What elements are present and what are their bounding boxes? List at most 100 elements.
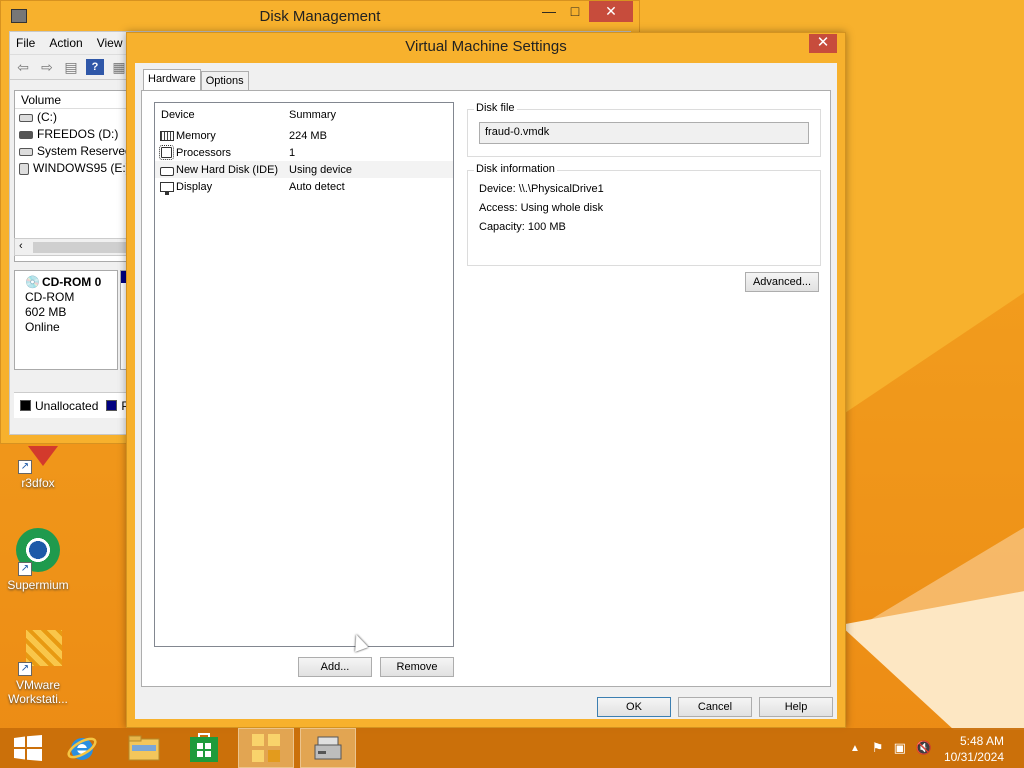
hard-disk-icon	[160, 166, 174, 176]
menu-view[interactable]: View	[97, 36, 123, 50]
disk-type: CD-ROM	[25, 290, 75, 304]
store-icon	[190, 733, 218, 762]
vm-settings-dialog[interactable]: Virtual Machine Settings ✕ Hardware Opti…	[126, 32, 846, 728]
drive-icon	[19, 113, 33, 122]
internet-explorer-icon	[67, 737, 97, 760]
desktop-icon-r3dfox[interactable]: ↗ r3dfox	[2, 446, 74, 490]
scroll-left-icon[interactable]: ‹	[19, 240, 23, 252]
disk-info-panel: 💿 CD-ROM 0 CD-ROM 602 MB Online	[14, 270, 118, 370]
disk-information-group: Disk information Device: \\.\PhysicalDri…	[467, 163, 821, 266]
disk-management-icon	[314, 736, 342, 760]
device-name: Display	[176, 180, 213, 193]
device-column-header[interactable]: Device	[155, 109, 289, 121]
device-summary: 1	[289, 146, 296, 159]
menu-file[interactable]: File	[16, 36, 35, 50]
desktop-icon-supermium[interactable]: ↗ Supermium	[2, 528, 74, 592]
volume-label: System Reserved	[37, 144, 132, 158]
system-tray: ▲ ⚑ ▣ 🔇	[850, 728, 932, 768]
drive-icon	[19, 147, 33, 156]
wallpaper-shape	[840, 590, 1024, 730]
volume-label: (C:)	[37, 110, 57, 124]
taskbar-internet-explorer[interactable]	[54, 728, 110, 768]
volume-row[interactable]: WINDOWS95 (E:)	[15, 160, 133, 177]
primary-swatch	[106, 400, 118, 411]
menu-action[interactable]: Action	[49, 36, 82, 50]
vmware-icon: ↗	[14, 628, 62, 676]
taskbar-file-explorer[interactable]	[116, 728, 172, 768]
volume-row[interactable]: FREEDOS (D:)	[15, 126, 133, 143]
network-icon[interactable]: ▣	[894, 740, 906, 756]
horizontal-scrollbar[interactable]: ‹	[14, 238, 134, 256]
volume-list[interactable]: Volume (C:) FREEDOS (D:) System Reserved…	[14, 90, 134, 262]
back-arrow-icon[interactable]: ⇦	[14, 59, 32, 75]
disk-file-group: Disk file fraud-0.vmdk	[467, 102, 821, 157]
desktop-icon-label: Supermium	[7, 578, 69, 592]
device-list[interactable]: Device Summary Memory 224 MB Processors …	[154, 102, 454, 647]
volume-row[interactable]: System Reserved	[15, 143, 133, 160]
drive-icon	[19, 130, 33, 139]
show-hidden-icons-icon[interactable]: ▲	[850, 743, 860, 754]
close-button[interactable]: ✕	[589, 1, 633, 22]
action-center-flag-icon[interactable]: ⚑	[872, 740, 884, 756]
desktop-icon-vmware[interactable]: ↗ VMware Workstati...	[2, 628, 74, 706]
supermium-icon: ↗	[14, 528, 62, 576]
disk-name: 💿 CD-ROM 0	[25, 275, 102, 289]
help-icon[interactable]: ?	[86, 59, 104, 75]
start-button[interactable]	[0, 728, 56, 768]
desktop-icon-label: r3dfox	[21, 476, 55, 490]
add-button[interactable]: Add...	[298, 657, 372, 677]
tab-hardware[interactable]: Hardware	[143, 69, 201, 91]
disk-information-legend: Disk information	[474, 163, 557, 175]
desktop-icon-label: VMware Workstati...	[8, 678, 68, 706]
volume-muted-icon[interactable]: 🔇	[916, 740, 932, 756]
disk-access-info: Access: Using whole disk	[479, 202, 604, 214]
device-row-hard-disk[interactable]: New Hard Disk (IDE) Using device	[155, 161, 453, 178]
dialog-body: Hardware Options Device Summary Memory 2…	[135, 63, 837, 719]
clock-date: 10/31/2024	[943, 750, 1004, 764]
device-summary: Auto detect	[289, 180, 345, 193]
shortcut-arrow-icon: ↗	[18, 562, 32, 576]
processor-icon	[159, 145, 174, 160]
device-name: Memory	[176, 129, 216, 142]
device-row-memory[interactable]: Memory 224 MB	[155, 127, 453, 144]
taskbar-store[interactable]	[176, 728, 232, 768]
disk-file-legend: Disk file	[474, 102, 517, 114]
device-summary: 224 MB	[289, 129, 327, 142]
disk-device-info: Device: \\.\PhysicalDrive1	[479, 183, 604, 195]
device-name: Processors	[176, 146, 232, 159]
taskbar-clock[interactable]: 5:48 AM 10/31/2024	[944, 733, 1004, 765]
dialog-title: Virtual Machine Settings	[405, 38, 567, 55]
volume-column-header[interactable]: Volume	[15, 91, 133, 109]
remove-button[interactable]: Remove	[380, 657, 454, 677]
device-summary: Using device	[289, 163, 352, 176]
folder-icon	[128, 735, 160, 761]
taskbar-vmware[interactable]	[238, 728, 294, 768]
device-row-processors[interactable]: Processors 1	[155, 144, 453, 161]
device-list-header: Device Summary	[155, 103, 453, 127]
tab-options[interactable]: Options	[200, 71, 249, 91]
disk-capacity-info: Capacity: 100 MB	[479, 221, 566, 233]
unallocated-swatch	[20, 400, 31, 411]
forward-arrow-icon[interactable]: ⇨	[38, 59, 56, 75]
tab-strip: Hardware Options	[143, 69, 249, 91]
volume-label: WINDOWS95 (E:)	[33, 161, 130, 175]
disk-file-field[interactable]: fraud-0.vmdk	[479, 122, 809, 144]
close-button[interactable]: ✕	[809, 34, 837, 53]
advanced-button[interactable]: Advanced...	[745, 272, 819, 292]
taskbar-disk-management[interactable]	[300, 728, 356, 768]
device-row-display[interactable]: Display Auto detect	[155, 178, 453, 195]
clock-time: 5:48 AM	[959, 734, 1004, 748]
volume-row[interactable]: (C:)	[15, 109, 133, 126]
shortcut-arrow-icon: ↗	[18, 460, 32, 474]
disk-status: Online	[25, 320, 60, 334]
shortcut-arrow-icon: ↗	[18, 662, 32, 676]
hardware-tab-panel: Device Summary Memory 224 MB Processors …	[141, 90, 831, 687]
cancel-button[interactable]: Cancel	[678, 697, 752, 717]
ok-button[interactable]: OK	[597, 697, 671, 717]
scroll-thumb[interactable]	[33, 242, 133, 253]
taskbar: ▲ ⚑ ▣ 🔇 5:48 AM 10/31/2024	[0, 728, 1024, 768]
console-tree-icon[interactable]: ▤	[62, 59, 80, 75]
disk-management-titlebar[interactable]: Disk Management — □ ✕	[1, 1, 639, 31]
help-button[interactable]: Help	[759, 697, 833, 717]
summary-column-header[interactable]: Summary	[289, 109, 336, 121]
